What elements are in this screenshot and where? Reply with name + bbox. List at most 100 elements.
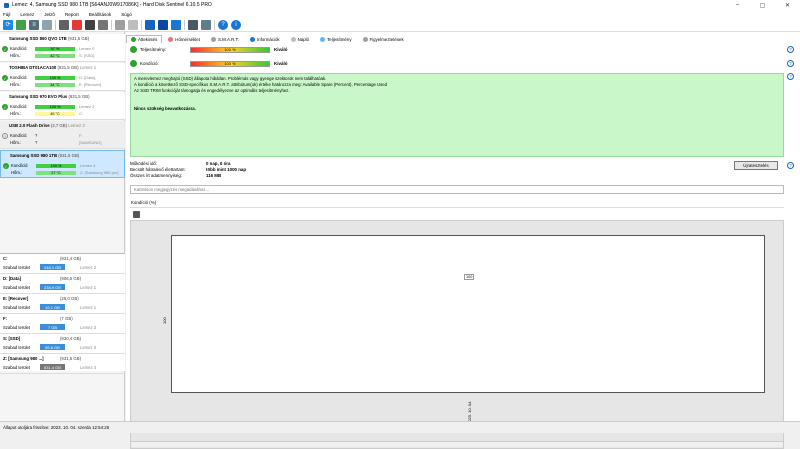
temp-bar: 34 °C [35,82,75,87]
disk-icon[interactable] [16,19,26,30]
mail-icon[interactable] [158,19,168,30]
volume-size: (930,4 GB) [60,336,82,341]
disk-item-2[interactable]: ✓ Samsung SSD 970 EVO Plus (931,5 GB) Ko… [0,92,125,120]
toolbar-separator [111,19,112,30]
tab-alerts[interactable]: Figyelmeztetések [358,35,409,43]
tab-overview[interactable]: Áttekintés [126,35,163,43]
disk-item-4[interactable]: ✓ Samsung SSD 980 1TB (931,5 GB) Kondíci… [0,150,125,178]
cond-label: Kondíció: [10,46,28,51]
comment-field[interactable]: Kattintson megjegyzés megadásához... [130,185,784,194]
horizontal-scrollbar[interactable] [131,441,783,447]
tab-log[interactable]: Napló [286,35,314,43]
volume-size: (7 GB) [60,316,73,321]
free-bar: 238,9 GB [40,284,65,290]
volume-item[interactable]: F: (7 GB) Szabad terület 7 GB Lemez 3 [0,314,125,334]
disk-name: Samsung SSD 980 1TB [10,153,58,158]
volume-list: Z: [Samsung 980 pro] [80,170,119,175]
volume-name: S: [SSD] [3,336,21,341]
close-button[interactable]: ✕ [775,0,800,10]
disk-number: Lemez 2 [79,104,95,109]
ok-icon [130,46,137,53]
cond-bar: 100 % [35,75,75,80]
test-icon[interactable] [59,19,69,30]
tab-label: S.M.A.R.T. [217,36,239,42]
columns-icon[interactable] [42,19,52,30]
help-icon[interactable]: ? [218,19,228,30]
retest-button[interactable]: Újratesztelés [734,161,778,170]
info-icon[interactable]: i [231,19,241,30]
menu-report-flag[interactable]: Jelzõ [44,12,55,17]
health-row: Kondíció: 100 % Kiváló [130,60,288,67]
temp-label: Hőm.: [10,111,22,116]
alert-icon [362,36,368,42]
help-icon[interactable]: ? [787,162,794,169]
menu-report[interactable]: Report [65,12,79,17]
disk-item-0[interactable]: ✓ Samsung SSD 860 QVO 1TB (931,5 GB) Kon… [0,34,125,62]
minimize-button[interactable]: – [725,0,750,10]
tab-label: Áttekintés [138,37,158,42]
chart-plot: 100 100 2023. 10. 04. [162,235,765,424]
disk-number: Lemez 1 [79,65,97,70]
volume-item[interactable]: Z: [Samsung 980 ...] (931,5 GB) Szabad t… [0,354,125,374]
tab-performance[interactable]: Teljesítmény [315,35,356,43]
menu-file[interactable]: Fájl [3,12,10,17]
tab-temperature[interactable]: Hőmérséklet [163,35,205,43]
volume-item[interactable]: S: [SSD] (930,4 GB) Szabad terület 95,6 … [0,334,125,354]
speed-icon[interactable] [98,19,108,30]
volume-size: (906,5 GB) [60,276,82,281]
volume-list: [SAMSUNG] [79,140,102,145]
menu-help[interactable]: Súgó [121,12,132,17]
disk-item-1[interactable]: ✓ TOSHIBA DT01ACA100 (931,5 GB) Lemez 1 … [0,63,125,91]
app-icon [4,2,9,8]
volume-item[interactable]: E: [Recover] (25,0 GB) Szabad terület 16… [0,294,125,314]
network-icon[interactable] [188,19,198,30]
tab-smart[interactable]: S.M.A.R.T. [206,35,244,43]
sound-icon[interactable] [128,19,138,30]
cloud-icon[interactable] [201,19,211,30]
help-icon[interactable]: ? [787,46,794,53]
save-icon[interactable] [133,211,140,218]
temp-bar: 42 °C [35,53,75,58]
cond-bar: 97 % [35,46,75,51]
volume-size: (25,0 GB) [60,296,79,301]
disk-item-3[interactable]: ? USB 2.0 Flash Drive (3,7 GB) Lemez 3 K… [0,121,125,149]
tab-label: Hőmérséklet [175,36,200,42]
list-icon[interactable]: ≡ [29,19,39,30]
ok-icon: ✓ [2,75,8,81]
chart-tab[interactable]: Kondíció (%) [131,200,156,205]
menu-disk[interactable]: Lemez [20,12,34,17]
tab-label: Információk [256,36,280,42]
data-label: 100 [464,273,475,280]
refresh-icon[interactable]: ⟳ [3,19,13,30]
menu-settings[interactable]: Beállítások [89,12,111,17]
volume-item[interactable]: D: [Data] (906,5 GB) Szabad terület 238,… [0,274,125,294]
help-icon[interactable]: ? [787,73,794,80]
maximize-button[interactable]: ▢ [750,0,775,10]
volume-size: (931,4 GB) [60,256,82,261]
settings-icon[interactable] [115,19,125,30]
alert-icon[interactable] [72,19,82,30]
report-icon[interactable] [145,19,155,30]
temp-label: Hőm.: [11,170,23,175]
message-line: Az SSD TRIM funkcióját támogatja és enge… [134,88,290,93]
help-icon[interactable]: ? [787,60,794,67]
cond-value: ? [35,133,38,138]
health-bar: 100 % [190,60,270,67]
volume-name: F: [3,316,8,321]
cond-label: Kondíció: [10,104,28,109]
volume-name: C: [3,256,8,261]
performance-row: Teljesítmény: 100 % Kiváló [130,46,288,53]
tab-information[interactable]: Információk [245,35,285,43]
disk-size: (3,7 GB) [50,123,68,128]
tools-icon[interactable] [85,19,95,30]
cond-label: Kondíció: [11,163,29,168]
volume-disk: Lemez 0 [80,345,97,350]
email-report-icon[interactable] [171,19,181,30]
info-icon [249,36,255,42]
check-icon [131,37,136,42]
volume-item[interactable]: C: (931,4 GB) Szabad terület 248,1 GB Le… [0,254,125,274]
cond-label: Kondíció: [10,133,28,138]
volume-disk: Lemez 1 [80,305,97,310]
disk-name: Samsung SSD 970 EVO Plus [9,94,68,99]
status-bar: Állapot utoljára frissítve: 2023. 10. 04… [0,421,800,433]
